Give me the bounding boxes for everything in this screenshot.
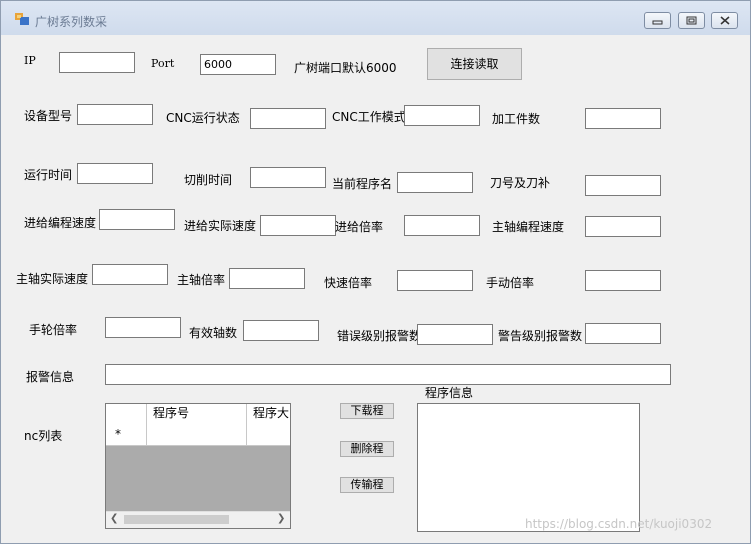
cnc-state-field[interactable] xyxy=(250,108,326,129)
feed-actual-speed-label: 进给实际速度 xyxy=(184,219,257,233)
program-info-textarea[interactable] xyxy=(417,403,640,532)
run-time-label: 运行时间 xyxy=(24,168,73,182)
grid-new-row[interactable]: * xyxy=(106,424,290,446)
program-name-label: 当前程序名 xyxy=(332,177,393,191)
nc-list-grid[interactable]: 程序号 程序大 * ❮ ❯ xyxy=(105,403,291,529)
feed-prog-speed-field[interactable] xyxy=(99,209,175,230)
restore-button[interactable] xyxy=(678,12,705,29)
device-model-field[interactable] xyxy=(77,104,153,125)
app-icon xyxy=(15,13,29,25)
warning-alarm-label: 警告级别报警数 xyxy=(498,329,583,343)
rapid-override-label: 快速倍率 xyxy=(324,276,373,290)
close-button[interactable] xyxy=(711,12,738,29)
ip-label: IP xyxy=(24,54,36,67)
spindle-override-label: 主轴倍率 xyxy=(177,273,226,287)
download-program-button[interactable]: 下载程 xyxy=(340,403,394,419)
spindle-override-field[interactable] xyxy=(229,268,305,289)
program-info-label: 程序信息 xyxy=(425,386,474,400)
nc-list-label: nc列表 xyxy=(24,429,63,443)
close-icon xyxy=(720,16,730,25)
cnc-state-label: CNC运行状态 xyxy=(166,111,240,125)
feed-prog-speed-label: 进给编程速度 xyxy=(24,216,97,230)
device-model-label: 设备型号 xyxy=(24,109,73,123)
feed-override-field[interactable] xyxy=(404,215,480,236)
jog-override-field[interactable] xyxy=(585,270,661,291)
valid-axes-field[interactable] xyxy=(243,320,319,341)
warning-alarm-field[interactable] xyxy=(585,323,661,344)
cut-time-label: 切削时间 xyxy=(184,173,233,187)
scroll-thumb[interactable] xyxy=(124,515,229,524)
minimize-icon xyxy=(652,20,663,25)
port-hint-label: 广树端口默认6000 xyxy=(294,61,397,75)
grid-horizontal-scrollbar[interactable]: ❮ ❯ xyxy=(106,511,290,528)
spindle-prog-speed-label: 主轴编程速度 xyxy=(492,220,565,234)
cut-time-field[interactable] xyxy=(250,167,326,188)
spindle-actual-speed-label: 主轴实际速度 xyxy=(16,272,89,286)
transfer-program-button[interactable]: 传输程 xyxy=(340,477,394,493)
port-label: Port xyxy=(151,57,175,70)
part-count-field[interactable] xyxy=(585,108,661,129)
rapid-override-field[interactable] xyxy=(397,270,473,291)
delete-program-button[interactable]: 删除程 xyxy=(340,441,394,457)
grid-cell[interactable] xyxy=(147,424,247,446)
jog-override-label: 手动倍率 xyxy=(486,276,535,290)
handwheel-override-field[interactable] xyxy=(105,317,181,338)
cnc-mode-field[interactable] xyxy=(404,105,480,126)
alarm-info-field[interactable] xyxy=(105,364,671,385)
window-title: 广树系列数采 xyxy=(35,15,108,29)
grid-column-program-number[interactable]: 程序号 xyxy=(147,404,247,424)
valid-axes-label: 有效轴数 xyxy=(189,326,238,340)
feed-actual-speed-field[interactable] xyxy=(260,215,336,236)
run-time-field[interactable] xyxy=(77,163,153,184)
minimize-button[interactable] xyxy=(644,12,671,29)
feed-override-label: 进给倍率 xyxy=(335,220,384,234)
error-alarm-label: 错误级别报警数 xyxy=(337,329,422,343)
restore-icon xyxy=(686,16,697,25)
program-name-field[interactable] xyxy=(397,172,473,193)
grid-column-program-size[interactable]: 程序大 xyxy=(247,404,290,424)
grid-row-header-corner xyxy=(106,404,147,424)
watermark: https://blog.csdn.net/kuoji0302 xyxy=(525,517,713,531)
spindle-prog-speed-field[interactable] xyxy=(585,216,661,237)
connect-read-button[interactable]: 连接读取 xyxy=(427,48,522,80)
alarm-info-label: 报警信息 xyxy=(26,370,75,384)
spindle-actual-speed-field[interactable] xyxy=(92,264,168,285)
port-input[interactable]: 6000 xyxy=(200,54,276,75)
scroll-right-icon[interactable]: ❯ xyxy=(277,513,285,524)
new-row-marker: * xyxy=(106,424,147,446)
title-bar: 广树系列数采 xyxy=(1,1,750,35)
handwheel-override-label: 手轮倍率 xyxy=(29,323,78,337)
app-window: 广树系列数采 IP Port 6000 广树端口默认6000 连接读取 设备型号… xyxy=(0,0,751,544)
scroll-left-icon[interactable]: ❮ xyxy=(110,513,118,524)
ip-input[interactable] xyxy=(59,52,135,73)
grid-cell[interactable] xyxy=(247,424,290,446)
tool-offset-label: 刀号及刀补 xyxy=(490,176,551,190)
error-alarm-field[interactable] xyxy=(417,324,493,345)
part-count-label: 加工件数 xyxy=(492,112,541,126)
form-body: IP Port 6000 广树端口默认6000 连接读取 设备型号 CNC运行状… xyxy=(7,35,744,539)
cnc-mode-label: CNC工作模式 xyxy=(332,110,406,124)
tool-offset-field[interactable] xyxy=(585,175,661,196)
